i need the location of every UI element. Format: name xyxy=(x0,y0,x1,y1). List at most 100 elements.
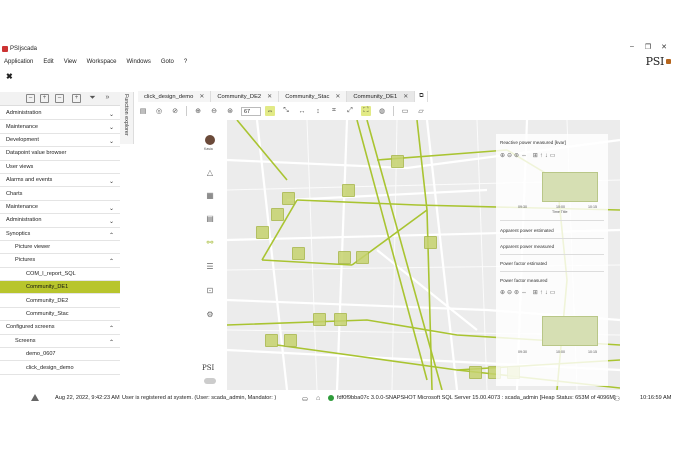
collapse-icon[interactable]: – xyxy=(26,94,35,103)
substation-marker[interactable] xyxy=(424,236,437,249)
chart-tools-icons[interactable]: ⊕⊖⊛⇔ ⊞↑↓▭ xyxy=(500,152,557,159)
grid-icon[interactable]: ▦ xyxy=(205,191,215,201)
nav-item[interactable]: Screens ⌃ xyxy=(0,335,120,349)
minimize-button[interactable]: – xyxy=(624,43,640,50)
chevron-icon[interactable]: ⌃ xyxy=(109,339,114,346)
tab-close-icon[interactable]: ✕ xyxy=(199,93,204,100)
save-icon[interactable]: ▤ xyxy=(138,106,148,116)
close-perspective-icon[interactable]: ✖ xyxy=(6,72,13,81)
close-window-button[interactable]: ✕ xyxy=(656,43,672,51)
nav-item[interactable]: Community_Stac xyxy=(0,308,120,322)
substation-marker[interactable] xyxy=(391,155,404,168)
nav-item[interactable]: Synoptics ⌃ xyxy=(0,228,120,241)
globe-icon[interactable]: ◍ xyxy=(377,106,387,116)
fullscreen-icon[interactable]: ⛶ xyxy=(361,106,371,116)
panel-item[interactable]: Power factor measured xyxy=(500,278,548,283)
list-icon[interactable]: ☰ xyxy=(205,262,215,272)
function-explorer-tab[interactable]: Function explorer xyxy=(120,92,134,144)
nav-item[interactable]: COM_I_report_SQL xyxy=(0,268,120,282)
nav-item[interactable]: Community_DE1 xyxy=(0,281,120,295)
lock-icon[interactable]: ⊡ xyxy=(205,286,215,296)
panel-item[interactable]: Apparent power estimated xyxy=(500,228,554,233)
panel-item[interactable]: Apparent power measured xyxy=(500,244,554,249)
substation-marker[interactable] xyxy=(271,208,284,221)
menu-application[interactable]: Application xyxy=(0,59,38,65)
zoom-reset-icon[interactable]: ⊛ xyxy=(225,106,235,116)
zoom-dropdown-icon[interactable]: ⇔ xyxy=(265,106,275,116)
folder-icon[interactable]: ▱ xyxy=(416,106,426,116)
nav-item[interactable]: Administration ⌄ xyxy=(0,214,120,228)
nav-item[interactable]: Administration ⌄ xyxy=(0,107,120,121)
nav-item[interactable]: Picture viewer xyxy=(0,241,120,255)
editor-tab[interactable]: Community_DE1 ✕ xyxy=(347,91,416,102)
chevron-icon[interactable]: ⌄ xyxy=(109,138,114,145)
crop-icon[interactable]: ⌗ xyxy=(329,106,339,116)
no-edit-icon[interactable]: ⊘ xyxy=(170,106,180,116)
menu-view[interactable]: View xyxy=(59,59,82,65)
avatar[interactable] xyxy=(205,135,215,145)
substation-marker[interactable] xyxy=(265,334,278,347)
tab-close-icon[interactable]: ✕ xyxy=(335,93,340,100)
substation-marker[interactable] xyxy=(313,313,326,326)
substation-marker[interactable] xyxy=(469,366,482,379)
expand-view-icon[interactable]: ⤢ xyxy=(345,106,355,116)
nav-item[interactable]: Community_DE2 xyxy=(0,294,120,308)
chevron-icon[interactable]: ⌃ xyxy=(109,258,114,265)
panel-item[interactable]: Power factor estimated xyxy=(500,261,547,266)
gear-icon[interactable]: ⚙ xyxy=(205,310,215,320)
maximize-button[interactable]: ❐ xyxy=(640,43,656,51)
expand-icon[interactable]: + xyxy=(72,94,81,103)
chevron-icon[interactable]: ⌃ xyxy=(109,232,114,239)
nav-item[interactable]: Pictures ⌃ xyxy=(0,254,120,268)
substation-marker[interactable] xyxy=(342,184,355,197)
nav-item[interactable]: Development ⌄ xyxy=(0,134,120,148)
tab-close-icon[interactable]: ✕ xyxy=(403,93,408,100)
user-icon[interactable]: ⚇ xyxy=(614,395,620,403)
substation-marker[interactable] xyxy=(292,247,305,260)
open-folder-icon[interactable]: ▭ xyxy=(400,106,410,116)
chevron-icon[interactable]: ⌄ xyxy=(109,111,114,118)
substation-marker[interactable] xyxy=(256,226,269,239)
filter-icon[interactable]: ⏷ xyxy=(88,94,97,103)
nav-item[interactable]: Maintenance ⌄ xyxy=(0,120,120,134)
warning-icon[interactable] xyxy=(31,394,39,401)
editor-tab[interactable]: Community_Stac ✕ xyxy=(279,91,348,102)
substation-marker[interactable] xyxy=(282,192,295,205)
double-chevron-icon[interactable]: » xyxy=(103,94,112,103)
tab-close-icon[interactable]: ✕ xyxy=(267,93,272,100)
zoom-out-icon[interactable]: ⊖ xyxy=(209,106,219,116)
substation-marker[interactable] xyxy=(338,251,351,264)
remove-icon[interactable]: – xyxy=(55,94,64,103)
fit-height-icon[interactable]: ↕ xyxy=(313,106,323,116)
nav-item[interactable]: Datapoint value browser xyxy=(0,147,120,161)
chevron-icon[interactable]: ⌄ xyxy=(109,218,114,225)
basket-icon[interactable]: ⛀ xyxy=(302,395,308,403)
layers-icon[interactable]: ▤ xyxy=(205,214,215,224)
menu-windows[interactable]: Windows xyxy=(122,59,156,65)
nav-item[interactable]: Charts xyxy=(0,187,120,201)
chart-tools-icons[interactable]: ⊕⊖⊛⇔ ⊞↑↓▭ xyxy=(500,289,557,296)
fit-width-icon[interactable]: ↔ xyxy=(297,106,307,116)
chevron-icon[interactable]: ⌄ xyxy=(109,178,114,185)
menu-edit[interactable]: Edit xyxy=(38,59,58,65)
network-icon[interactable]: ⚯ xyxy=(205,238,215,248)
substation-marker[interactable] xyxy=(284,334,297,347)
home-icon[interactable]: ⌂ xyxy=(316,395,320,402)
zoom-in-icon[interactable]: ⊕ xyxy=(193,106,203,116)
editor-tab[interactable]: Community_DE2 ✕ xyxy=(211,91,280,102)
menu-goto[interactable]: Goto xyxy=(156,59,179,65)
toggle-switch[interactable] xyxy=(204,378,216,384)
menu-workspace[interactable]: Workspace xyxy=(82,59,122,65)
nav-item[interactable]: Configured screens ⌃ xyxy=(0,321,120,335)
nav-item[interactable]: Maintenance ⌄ xyxy=(0,201,120,215)
zoom-area-icon[interactable]: ◎ xyxy=(154,106,164,116)
panel-item[interactable]: Reactive power measured [kvar] xyxy=(500,140,566,145)
zoom-input[interactable]: 67 xyxy=(241,106,261,116)
nav-item[interactable]: click_design_demo xyxy=(0,361,120,375)
nav-item[interactable]: Alarms and events ⌄ xyxy=(0,174,120,188)
fit-icon[interactable]: ⤡ xyxy=(281,106,291,116)
chevron-icon[interactable]: ⌃ xyxy=(109,325,114,332)
warning-icon[interactable]: △ xyxy=(205,168,215,178)
new-tab-icon[interactable]: ⧉ xyxy=(415,91,429,102)
add-icon[interactable]: + xyxy=(40,94,49,103)
